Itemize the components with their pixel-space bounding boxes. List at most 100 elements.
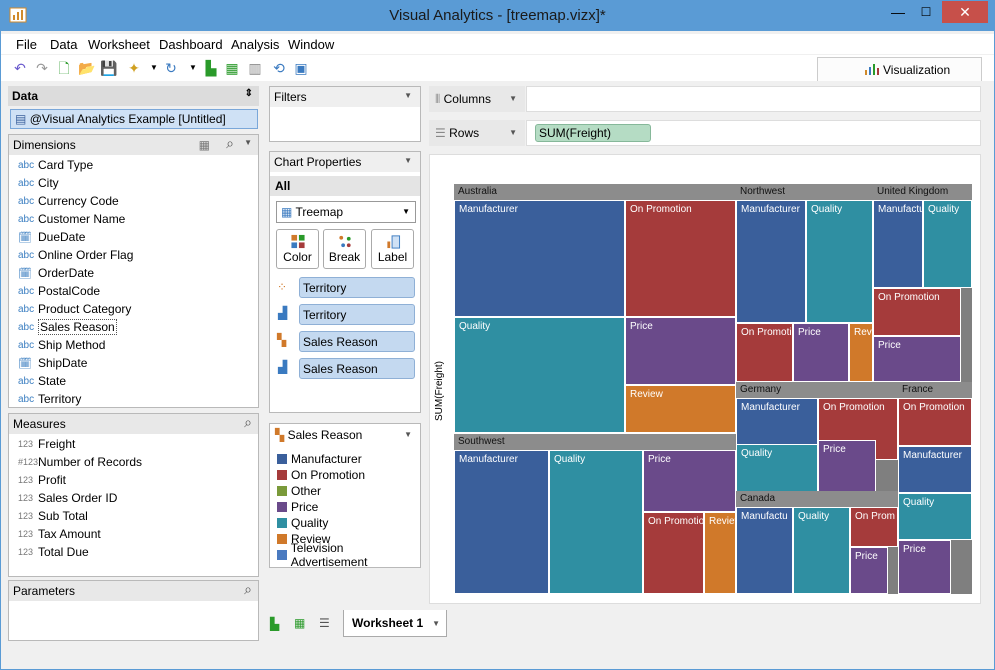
dimension-ship-method[interactable]: abc Ship Method	[9, 336, 258, 354]
menu-file[interactable]: File	[16, 37, 37, 52]
treemap-cell[interactable]: On Promotion	[625, 200, 736, 317]
legend-item[interactable]: Television Advertisement	[270, 541, 420, 569]
legend-item[interactable]: Manufacturer	[270, 451, 420, 467]
treemap-cell[interactable]: Price	[818, 440, 876, 492]
new-worksheet-icon[interactable]: ▙	[270, 617, 279, 631]
chevron-down-icon[interactable]: ▼	[184, 59, 202, 77]
treemap-cell[interactable]: Review	[625, 385, 736, 433]
new-file-icon[interactable]: 🗋	[55, 59, 73, 77]
columns-drop-area[interactable]	[526, 86, 981, 112]
chart-icon[interactable]: ▥	[246, 59, 264, 77]
search-icon[interactable]: ⌕	[226, 135, 234, 152]
new-dashboard-icon[interactable]: ▦	[223, 59, 241, 77]
treemap-cell[interactable]: Manufactu	[873, 200, 923, 288]
dimension-online-order-flag[interactable]: abc Online Order Flag	[9, 246, 258, 264]
dimension-city[interactable]: abc City	[9, 174, 258, 192]
color-pill-sales-reason[interactable]: Sales Reason	[299, 331, 415, 352]
treemap-cell[interactable]: Quality	[736, 444, 818, 492]
chevron-down-icon[interactable]: ▼	[404, 91, 412, 100]
chevron-down-icon[interactable]: ▼	[404, 430, 412, 439]
treemap-cell[interactable]: Price	[850, 547, 888, 594]
treemap-cell[interactable]: Review	[704, 512, 736, 594]
dimension-orderdate[interactable]: 🗓 OrderDate	[9, 264, 258, 282]
minimize-button[interactable]: —	[884, 1, 912, 23]
menu-data[interactable]: Data	[50, 37, 77, 52]
label-pill-sales-reason[interactable]: Sales Reason	[299, 358, 415, 379]
tab-worksheet-1[interactable]: Worksheet 1 ▼	[343, 610, 447, 637]
present-icon[interactable]: ▣	[292, 59, 310, 77]
close-button[interactable]: ✕	[942, 1, 988, 23]
dimension-product-category[interactable]: abc Product Category	[9, 300, 258, 318]
dimension-territory[interactable]: abc Territory	[9, 390, 258, 408]
new-worksheet-icon[interactable]: ▙	[202, 59, 220, 77]
measure-tax-amount[interactable]: 123 Tax Amount	[9, 525, 258, 543]
chart-type-select[interactable]: ▦ Treemap ▼	[276, 201, 416, 223]
new-dashboard-icon[interactable]: ▦	[294, 616, 305, 630]
treemap-cell[interactable]: On Promotion	[898, 398, 972, 446]
undo-icon[interactable]: ↶	[11, 59, 29, 77]
chevron-down-icon[interactable]: ▼	[145, 59, 163, 77]
menu-worksheet[interactable]: Worksheet	[88, 37, 150, 52]
measure-freight[interactable]: 123 Freight	[9, 435, 258, 453]
treemap-cell[interactable]: On Promotion	[873, 288, 961, 336]
chevron-down-icon[interactable]: ▼	[244, 138, 252, 147]
treemap-cell[interactable]: Quality	[793, 507, 850, 594]
refresh-icon[interactable]: ↻	[162, 59, 180, 77]
legend-item[interactable]: Price	[270, 499, 420, 515]
treemap-cell[interactable]: Revi	[849, 323, 873, 382]
open-folder-icon[interactable]: 📂	[78, 59, 96, 77]
dimension-state[interactable]: abc State	[9, 372, 258, 390]
menu-analysis[interactable]: Analysis	[231, 37, 279, 52]
dimension-card-type[interactable]: abc Card Type	[9, 156, 258, 174]
dimension-shipdate[interactable]: 🗓 ShipDate	[9, 354, 258, 372]
treemap-cell[interactable]: Manufacturer	[898, 446, 972, 493]
treemap-cell[interactable]: Price	[625, 317, 736, 385]
treemap-cell[interactable]: Manufacturer	[454, 450, 549, 594]
chevron-down-icon[interactable]: ▼	[432, 619, 440, 628]
chevron-down-icon[interactable]: ▼	[509, 128, 517, 137]
tab-visualization[interactable]: Visualization	[817, 57, 982, 81]
table-view-icon[interactable]: ▦	[199, 138, 210, 152]
treemap-cell[interactable]: Price	[643, 450, 736, 512]
treemap-cell[interactable]: Quality	[454, 317, 625, 433]
treemap-cell[interactable]: On Promotio	[643, 512, 704, 594]
chevron-down-icon[interactable]: ▼	[404, 156, 412, 165]
measure-total-due[interactable]: 123 Total Due	[9, 543, 258, 561]
legend-item[interactable]: Quality	[270, 515, 420, 531]
menu-dashboard[interactable]: Dashboard	[159, 37, 223, 52]
data-source-icon[interactable]: ✦	[125, 59, 143, 77]
treemap-cell[interactable]: Manufacturer	[736, 200, 806, 323]
legend-item[interactable]: On Promotion	[270, 467, 420, 483]
label-button[interactable]: Label	[371, 229, 414, 269]
sort-icon[interactable]: ⇕	[245, 88, 253, 99]
lasso-icon[interactable]: ⟲	[270, 59, 288, 77]
chevron-down-icon[interactable]: ▼	[509, 94, 517, 103]
data-source-item[interactable]: ▤ @Visual Analytics Example [Untitled]	[10, 109, 258, 129]
break-pill-territory[interactable]: Territory	[299, 277, 415, 298]
rows-pill-sum-freight[interactable]: SUM(Freight)	[535, 124, 651, 142]
dimension-sales-reason[interactable]: abc Sales Reason	[9, 318, 258, 336]
measure-number-of-records[interactable]: #123 Number of Records	[9, 453, 258, 471]
treemap-cell[interactable]: Manufactu	[736, 507, 793, 594]
color-button[interactable]: Color	[276, 229, 319, 269]
dimension-customer-name[interactable]: abc Customer Name	[9, 210, 258, 228]
label-pill-territory[interactable]: Territory	[299, 304, 415, 325]
treemap-cell[interactable]: Manufacturer	[454, 200, 625, 317]
dimension-duedate[interactable]: 🗓 DueDate	[9, 228, 258, 246]
treemap-cell[interactable]: On Promotio	[736, 323, 793, 382]
measure-sub-total[interactable]: 123 Sub Total	[9, 507, 258, 525]
sheet-list-icon[interactable]: ☰	[319, 616, 330, 630]
search-icon[interactable]: ⌕	[244, 414, 252, 431]
treemap-cell[interactable]: Price	[793, 323, 849, 382]
treemap-cell[interactable]: Price	[898, 540, 951, 594]
measure-profit[interactable]: 123 Profit	[9, 471, 258, 489]
marks-all-tab[interactable]: All	[270, 176, 420, 196]
save-icon[interactable]: 💾	[100, 59, 118, 77]
menu-window[interactable]: Window	[288, 37, 334, 52]
treemap-cell[interactable]: Price	[873, 336, 961, 382]
maximize-button[interactable]: ☐	[912, 1, 940, 23]
dimension-currency-code[interactable]: abc Currency Code	[9, 192, 258, 210]
treemap-cell[interactable]: Quality	[923, 200, 972, 288]
legend-item[interactable]: Other	[270, 483, 420, 499]
treemap-cell[interactable]: Quality	[898, 493, 972, 540]
